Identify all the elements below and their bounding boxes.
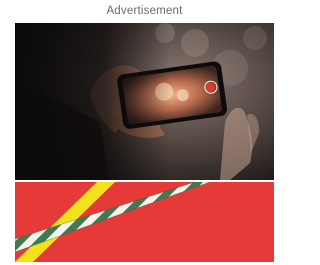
- advertisement-label: Advertisement: [106, 5, 183, 17]
- ad-banner[interactable]: [15, 182, 274, 262]
- ad-photo[interactable]: [15, 23, 274, 180]
- video-recording-photo-icon: [15, 23, 274, 180]
- advertisement-container[interactable]: Advertisement: [0, 0, 289, 265]
- caution-tape-banner-icon: [15, 182, 274, 262]
